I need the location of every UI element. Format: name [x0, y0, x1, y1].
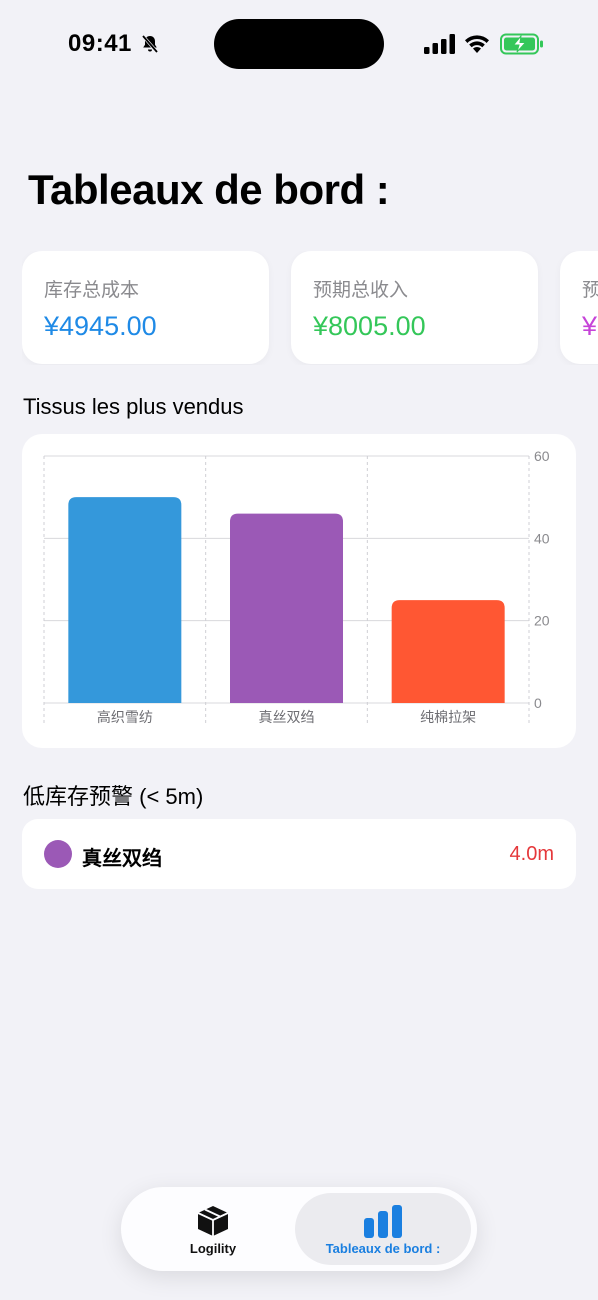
- tab-label: Logility: [189, 1241, 237, 1256]
- bar-2: [391, 600, 505, 703]
- color-dot: [44, 840, 72, 868]
- stat-card-inventory-cost[interactable]: 库存总成本 ¥4945.00: [22, 251, 269, 364]
- box-icon: [197, 1206, 229, 1236]
- x-tick-label: 纯棉拉架: [420, 709, 476, 726]
- stat-card-expected-revenue[interactable]: 预期总收入 ¥8005.00: [291, 251, 538, 364]
- low-stock-item-name: 真丝双绉: [82, 848, 162, 870]
- y-tick-label: 0: [534, 695, 542, 711]
- bar-chart-icon: [364, 1205, 402, 1238]
- low-stock-item-quantity: 4.0m: [509, 843, 554, 865]
- tab-logility[interactable]: Logility: [127, 1193, 299, 1265]
- dynamic-island: [214, 19, 384, 69]
- page-title: Tableaux de bord :: [28, 166, 390, 213]
- stat-label: 库存总成本: [44, 280, 140, 301]
- x-tick-label: 高织雪纺: [97, 709, 153, 726]
- low-stock-item[interactable]: 真丝双绉 4.0m: [22, 819, 576, 889]
- stats-carousel[interactable]: 库存总成本 ¥4945.00 预期总收入 ¥8005.00 预 ¥: [22, 251, 598, 365]
- bar-chart-card: 高织雪纺 真丝双绉 纯棉拉架 0 20 40 60: [22, 434, 576, 748]
- stat-value: ¥: [582, 311, 598, 341]
- bar-0: [68, 497, 182, 703]
- battery-charging-icon: [500, 33, 543, 55]
- y-tick-label: 20: [534, 613, 550, 629]
- cellular-signal-icon: [424, 34, 455, 54]
- section-title-top-fabrics: Tissus les plus vendus: [23, 394, 244, 419]
- status-time: 09:41: [68, 30, 132, 57]
- stat-label: 预期总收入: [313, 280, 409, 301]
- bell-slash-icon: [141, 34, 159, 54]
- stat-card-partial[interactable]: 预 ¥: [560, 251, 598, 364]
- y-tick-label: 40: [534, 530, 550, 546]
- section-title-low-stock: 低库存预警 (< 5m): [23, 784, 204, 809]
- y-tick-label: 60: [534, 448, 550, 464]
- status-bar: 09:41: [0, 0, 598, 90]
- tab-dashboard[interactable]: Tableaux de bord :: [295, 1193, 471, 1265]
- stat-label: 预: [582, 280, 598, 301]
- x-tick-label: 真丝双绉: [259, 709, 315, 726]
- stat-value: ¥8005.00: [313, 311, 426, 341]
- tab-label: Tableaux de bord :: [325, 1241, 441, 1256]
- tab-bar: Logility Tableaux de bord :: [121, 1187, 477, 1271]
- bar-1: [230, 513, 343, 703]
- wifi-icon: [465, 35, 489, 53]
- stat-value: ¥4945.00: [44, 311, 157, 341]
- bar-chart: 高织雪纺 真丝双绉 纯棉拉架 0 20 40 60: [43, 448, 550, 726]
